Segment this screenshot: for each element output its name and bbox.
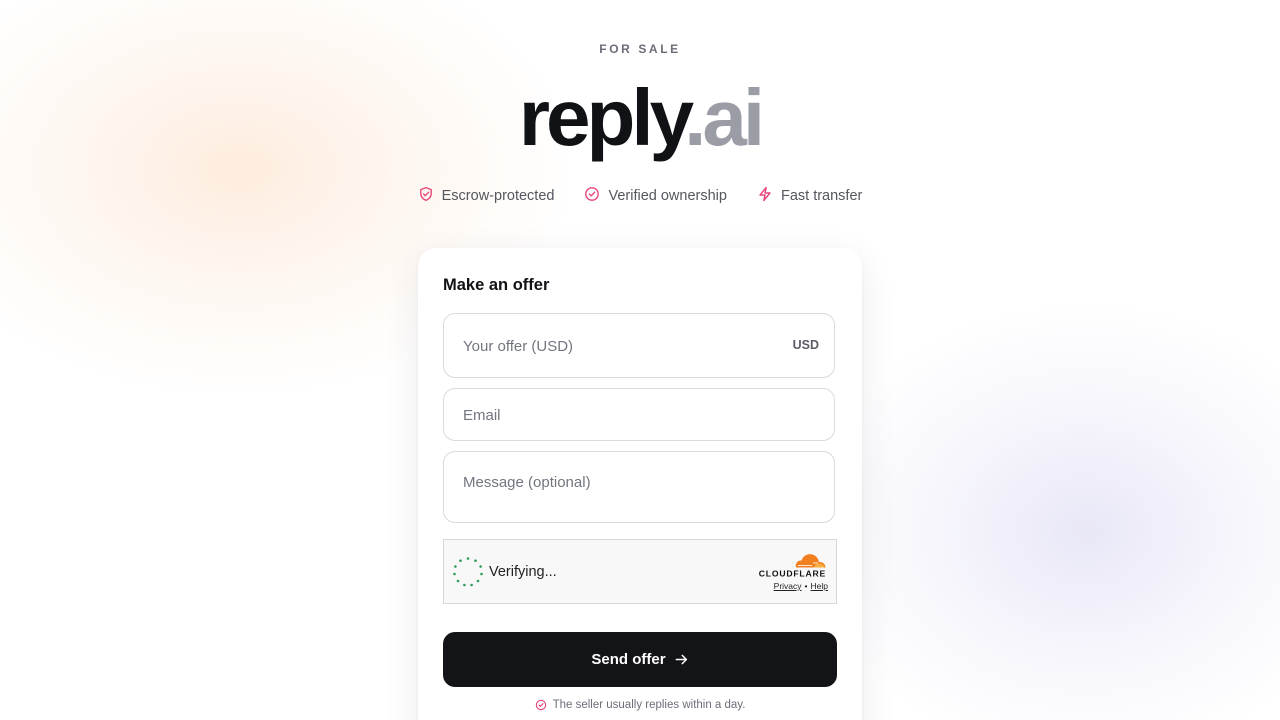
email-input[interactable] (463, 405, 813, 425)
send-offer-button[interactable]: Send offer (443, 632, 837, 687)
badge-escrow: Escrow-protected (418, 186, 555, 206)
badge-label: Verified ownership (608, 188, 727, 204)
email-field (443, 388, 835, 441)
captcha-status: Verifying... (489, 564, 557, 580)
captcha-links: Privacy • Help (774, 581, 828, 591)
check-badge-icon (584, 186, 600, 206)
badge-verified: Verified ownership (584, 186, 727, 206)
domain-tld: .ai (684, 73, 765, 162)
for-sale-label: FOR SALE (599, 42, 681, 56)
check-circle-icon (535, 699, 546, 711)
offer-card: Make an offer USD Verifying.. (418, 248, 862, 720)
trust-badges: Escrow-protected Verified ownership Fast… (0, 186, 1280, 206)
reply-time-text: The seller usually replies within a day. (552, 699, 746, 711)
background-glow-cool (800, 300, 1280, 720)
currency-label: USD (792, 338, 819, 352)
captcha-link-separator: • (804, 581, 808, 591)
badge-fast-transfer: Fast transfer (757, 186, 862, 206)
cloudflare-wordmark: CLOUDFLARE (759, 569, 826, 578)
reply-time-note: The seller usually replies within a day. (418, 699, 862, 711)
lightning-icon (757, 186, 773, 206)
cloudflare-captcha-widget[interactable]: Verifying... CLOUDFLARE Privacy • Help (443, 539, 837, 604)
domain-title: reply.ai (0, 70, 1280, 166)
offer-amount-input[interactable] (463, 336, 763, 356)
badge-label: Fast transfer (780, 188, 863, 204)
shield-icon (418, 186, 434, 206)
captcha-privacy-link[interactable]: Privacy (774, 581, 802, 591)
message-field (443, 451, 835, 523)
captcha-help-link[interactable]: Help (811, 581, 828, 591)
offer-amount-field: USD (443, 313, 835, 378)
domain-name: reply (518, 73, 688, 162)
send-offer-label: Send offer (591, 651, 666, 668)
loading-spinner-icon (453, 557, 483, 587)
arrow-right-icon (675, 654, 687, 665)
badge-label: Escrow-protected (441, 188, 555, 204)
offer-form-title: Make an offer (443, 276, 550, 294)
message-input[interactable] (463, 474, 813, 514)
cloudflare-logo-icon: CLOUDFLARE (759, 554, 826, 578)
